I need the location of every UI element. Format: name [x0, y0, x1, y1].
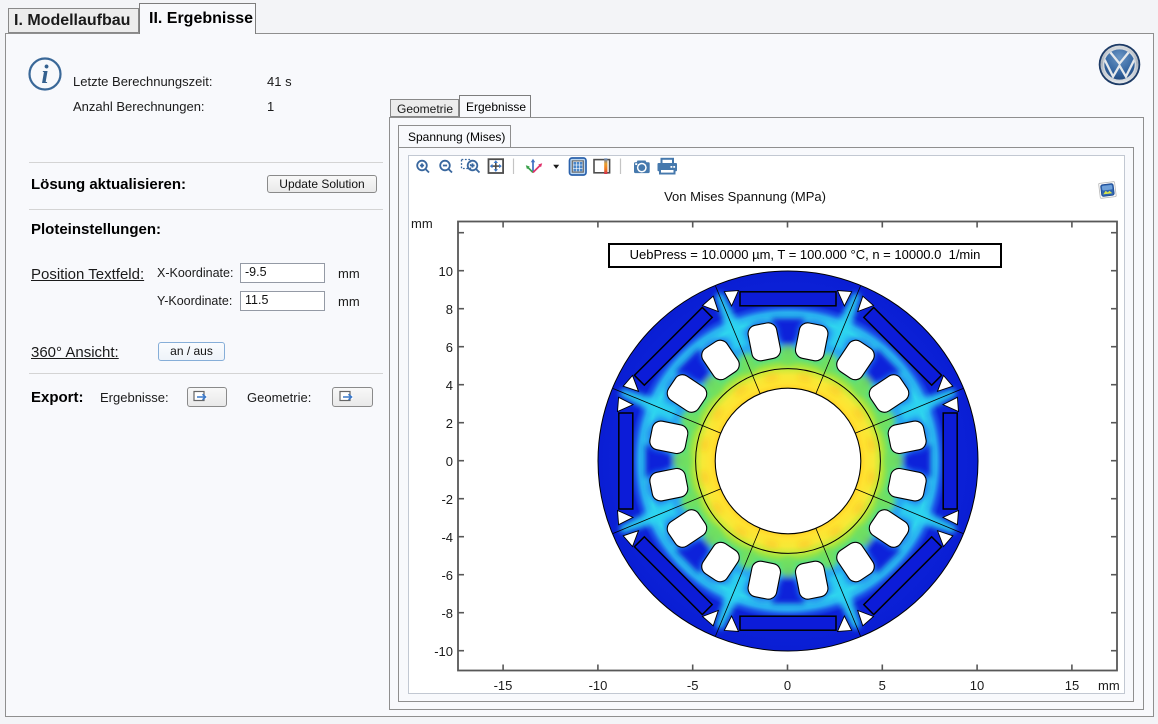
- svg-text:i: i: [41, 60, 49, 89]
